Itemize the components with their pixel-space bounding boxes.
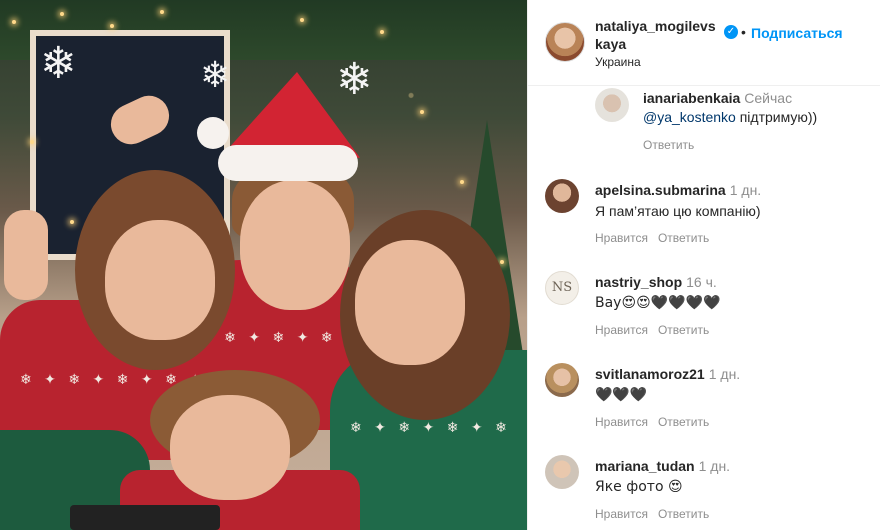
comment-text: Яке фото 😍 <box>595 479 683 495</box>
post-header: nataliya_mogilevs kaya ✓ • Подписаться У… <box>528 0 880 86</box>
post-location[interactable]: Украина <box>595 55 641 69</box>
comment-username[interactable]: apelsina.submarina 1 дн. <box>595 182 761 198</box>
comment-username-text[interactable]: nastriy_shop <box>595 274 682 290</box>
light-decoration <box>420 110 424 114</box>
comment-text: 🖤🖤🖤 <box>595 387 648 403</box>
comment-body: підтримую)) <box>739 109 818 125</box>
light-decoration <box>60 12 64 16</box>
comment-time: 16 ч. <box>686 274 717 290</box>
commenter-avatar[interactable] <box>595 88 629 122</box>
post-side-panel: nataliya_mogilevs kaya ✓ • Подписаться У… <box>527 0 880 530</box>
sweater-pattern: ❄ ✦ ❄ ✦ ❄ ✦ ❄ <box>350 420 511 436</box>
comment-username-text[interactable]: ianariabenkaia <box>643 90 740 106</box>
author-avatar[interactable] <box>545 22 585 62</box>
light-decoration <box>460 180 464 184</box>
like-button[interactable]: Нравится <box>595 231 648 245</box>
reply-button[interactable]: Ответить <box>658 507 709 521</box>
comment-text: @ya_kostenko підтримую)) <box>643 109 817 125</box>
comment-text: Вау😍😍🖤🖤🖤🖤 <box>595 295 721 311</box>
comment-time: 1 дн. <box>708 366 741 382</box>
reply-button[interactable]: Ответить <box>658 323 709 337</box>
snowflake-icon: ❄ <box>200 55 231 96</box>
comment-username[interactable]: svitlanamoroz21 1 дн. <box>595 366 740 382</box>
like-button[interactable]: Нравится <box>595 415 648 429</box>
comment-actions: Нравится Ответить <box>595 507 719 521</box>
like-button[interactable]: Нравится <box>595 323 648 337</box>
post-photo[interactable]: ❄ ❄ ❄ ❄ ✦ ❄ ✦ ❄ ✦ ❄ ✦ ❄ ✦ ❄ ✦ ❄ ✦ ❄ ✦ ❄ … <box>0 0 527 530</box>
face-girl-right <box>355 240 465 365</box>
comment-reply: ianariabenkaia Сейчас @ya_kostenko підтри… <box>528 86 880 161</box>
face-girl-left <box>105 220 215 340</box>
comment-actions: Ответить <box>643 138 704 152</box>
reply-button[interactable]: Ответить <box>643 138 694 152</box>
comment-username[interactable]: mariana_tudan 1 дн. <box>595 458 730 474</box>
follow-button[interactable]: Подписаться <box>751 25 843 41</box>
light-decoration <box>110 24 114 28</box>
light-decoration <box>70 220 74 224</box>
snowflake-icon: ❄ <box>40 38 77 89</box>
commenter-avatar[interactable] <box>545 455 579 489</box>
snowflake-icon: ❄ <box>336 54 373 105</box>
comment-username-text[interactable]: mariana_tudan <box>595 458 695 474</box>
comment-time: Сейчас <box>744 90 793 106</box>
verified-badge-icon: ✓ <box>724 25 738 39</box>
commenter-avatar[interactable] <box>545 179 579 213</box>
reply-button[interactable]: Ответить <box>658 415 709 429</box>
comment: apelsina.submarina 1 дн. Я пам’ятаю цю ко… <box>528 172 880 252</box>
phone-object <box>70 505 220 530</box>
author-username[interactable]: nataliya_mogilevs kaya <box>595 17 725 53</box>
comment-username[interactable]: nastriy_shop 16 ч. <box>595 274 717 290</box>
commenter-avatar[interactable]: NS <box>545 271 579 305</box>
comment-mention[interactable]: @ya_kostenko <box>643 109 736 125</box>
comment-actions: Нравится Ответить <box>595 415 719 429</box>
comment-username[interactable]: ianariabenkaia Сейчас <box>643 90 792 106</box>
comment-username-text[interactable]: apelsina.submarina <box>595 182 726 198</box>
light-decoration <box>500 260 504 264</box>
like-button[interactable]: Нравится <box>595 507 648 521</box>
comment: svitlanamoroz21 1 дн. 🖤🖤🖤 Нравится Ответит… <box>528 356 880 436</box>
comment-username-text[interactable]: svitlanamoroz21 <box>595 366 705 382</box>
santa-hat-pompom <box>197 117 229 149</box>
comment: NS nastriy_shop 16 ч. Вау😍😍🖤🖤🖤🖤 Нравится О… <box>528 264 880 344</box>
reply-button[interactable]: Ответить <box>658 231 709 245</box>
light-decoration <box>300 18 304 22</box>
light-decoration <box>380 30 384 34</box>
commenter-avatar[interactable] <box>545 363 579 397</box>
comment-time: 1 дн. <box>729 182 762 198</box>
light-decoration <box>12 20 16 24</box>
hand-peace-sign-left <box>4 210 48 300</box>
comment-actions: Нравится Ответить <box>595 323 719 337</box>
comment: mariana_tudan 1 дн. Яке фото 😍 Нравится От… <box>528 448 880 530</box>
face-boy-bottom <box>170 395 290 500</box>
light-decoration <box>30 140 34 144</box>
light-decoration <box>160 10 164 14</box>
santa-hat-band <box>218 145 358 181</box>
face-boy-center <box>240 180 350 310</box>
comment-text: Я пам’ятаю цю компанію) <box>595 203 761 219</box>
comment-time: 1 дн. <box>698 458 731 474</box>
comment-actions: Нравится Ответить <box>595 231 719 245</box>
separator-dot: • <box>741 24 746 40</box>
